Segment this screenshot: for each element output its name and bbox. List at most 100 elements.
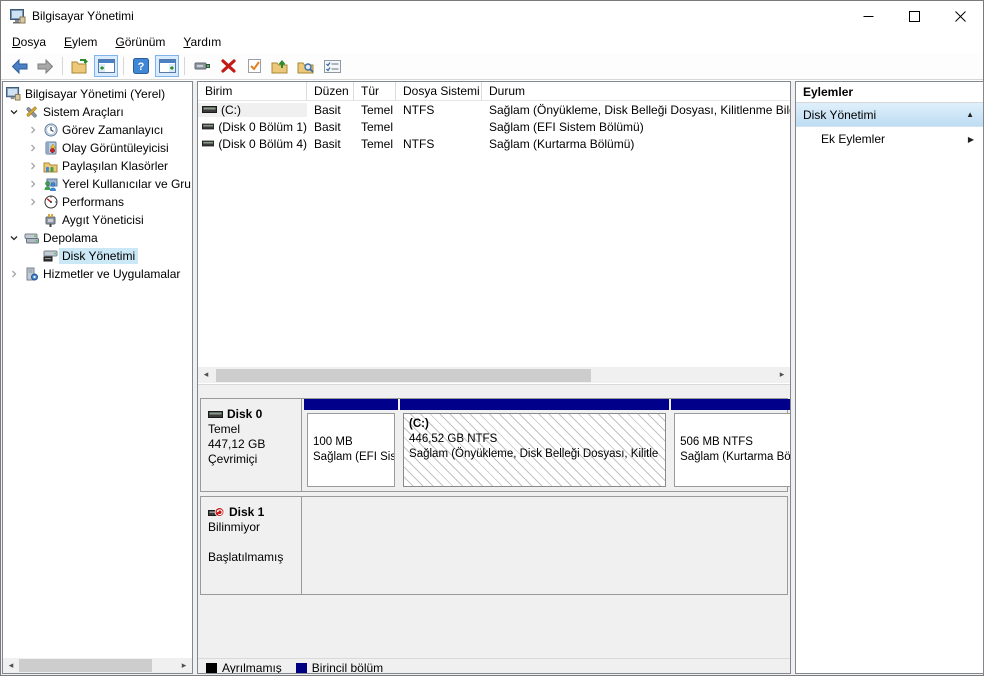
tree-item-event-viewer[interactable]: Olay Görüntüleyicisi [3,139,192,157]
storage-icon [23,232,40,245]
show-action-pane-icon [158,59,176,73]
minimize-icon [863,15,873,17]
column-header-duzen[interactable]: Düzen [307,82,354,101]
chevron-expanded-icon[interactable] [5,107,23,117]
show-console-tree-button[interactable] [94,55,118,77]
tree-item-local-users-groups[interactable]: Yerel Kullanıcılar ve Gru [3,175,192,193]
list-view-button[interactable] [320,55,344,77]
column-header-dosya-sistemi[interactable]: Dosya Sistemi [396,82,482,101]
volume-row-c[interactable]: (C:) Basit Temel NTFS Sağlam (Önyükleme,… [198,101,790,118]
console-tree-panel: Bilgisayar Yönetimi (Yerel) Sistem Araçl… [2,81,193,674]
tree-item-system-tools[interactable]: Sistem Araçları [3,103,192,121]
disk0-row: Disk 0 Temel 447,12 GB Çevrimiçi 100 MB … [200,398,790,492]
forward-button[interactable] [33,55,57,77]
folder-find-icon [297,62,314,73]
show-action-pane-button[interactable] [155,55,179,77]
volume-row-disk0-bolum4[interactable]: (Disk 0 Bölüm 4) Basit Temel NTFS Sağlam… [198,135,790,152]
disk-management-icon [42,250,59,262]
column-header-birim[interactable]: Birim [198,82,307,101]
volume-list-header: Birim Düzen Tür Dosya Sistemi Durum [198,82,790,101]
folder-up-icon [271,59,288,73]
scroll-left-icon[interactable]: ◂ [3,658,19,673]
chevron-collapsed-icon[interactable] [24,179,42,189]
toolbar-separator [184,57,185,75]
menu-eylem[interactable]: Eylem [55,32,106,52]
partition-efi[interactable]: 100 MB Sağlam (EFI Sis [304,399,399,491]
column-header-tur[interactable]: Tür [354,82,396,101]
tree-item-computer-management[interactable]: Bilgisayar Yönetimi (Yerel) [3,85,192,103]
tree-item-disk-management[interactable]: Disk Yönetimi [3,247,192,265]
tree-item-storage[interactable]: Depolama [3,229,192,247]
close-button[interactable] [937,1,983,31]
volume-row-disk0-bolum1[interactable]: (Disk 0 Bölüm 1) Basit Temel Sağlam (EFI… [198,118,790,135]
disk1-label[interactable]: Disk 1 Bilinmiyor Başlatılmamış [201,497,302,594]
computer-management-app-icon [10,8,26,24]
check-page-icon [247,59,261,73]
disk1-row: Disk 1 Bilinmiyor Başlatılmamış [200,496,788,595]
scrollbar-thumb[interactable] [19,659,152,672]
scroll-left-icon[interactable]: ◂ [198,367,214,382]
submenu-right-icon: ▶ [967,134,974,144]
tree-item-task-scheduler[interactable]: Görev Zamanlayıcı [3,121,192,139]
menu-yardim[interactable]: Yardım [174,32,230,52]
window-title: Bilgisayar Yönetimi [32,9,134,23]
device-icon [194,62,210,70]
menu-gorunum[interactable]: Görünüm [106,32,174,52]
actions-item-more-actions[interactable]: Ek Eylemler ▶ [796,127,983,151]
partition-color-bar [671,399,790,410]
chevron-expanded-icon[interactable] [5,233,23,243]
minimize-button[interactable] [845,1,891,31]
system-tools-icon [23,105,40,119]
scroll-right-icon[interactable]: ▸ [774,367,790,382]
check-page-button[interactable] [242,55,266,77]
volume-icon [202,140,215,147]
scrollbar-thumb[interactable] [216,368,591,382]
local-users-icon [42,178,59,191]
legend-primary-partition: Birincil bölüm [295,661,383,673]
help-icon: ? [133,58,149,74]
svg-text:?: ? [138,61,145,73]
tree-item-device-manager[interactable]: Aygıt Yöneticisi [3,211,192,229]
device-manager-icon [42,213,59,227]
column-header-durum[interactable]: Durum [482,82,790,101]
disk-graphical-view: Disk 0 Temel 447,12 GB Çevrimiçi 100 MB … [198,384,790,673]
maximize-icon [908,10,920,22]
folder-up-button[interactable] [268,55,292,77]
menu-dosya[interactable]: Dosya [3,32,55,52]
show-console-tree-icon [97,59,115,73]
chevron-collapsed-icon[interactable] [24,161,42,171]
delete-button[interactable] [216,55,240,77]
partition-recovery[interactable]: 506 MB NTFS Sağlam (Kurtarma Bö [671,399,790,491]
back-icon [11,58,27,74]
help-button[interactable]: ? [129,55,153,77]
export-list-icon [71,58,88,73]
export-list-button[interactable] [68,55,92,77]
list-horizontal-scrollbar[interactable]: ◂ ▸ [198,367,790,383]
tree-item-shared-folders[interactable]: Paylaşılan Klasörler [3,157,192,175]
disk1-unallocated-area[interactable] [302,497,787,594]
event-viewer-icon [42,141,59,155]
actions-header: Eylemler [796,82,983,103]
chevron-collapsed-icon[interactable] [24,125,42,135]
close-icon [954,10,966,22]
folder-find-button[interactable] [294,55,318,77]
chevron-collapsed-icon[interactable] [24,143,42,153]
back-button[interactable] [7,55,31,77]
tree-horizontal-scrollbar[interactable]: ◂ ▸ [3,658,192,673]
services-icon [23,267,40,281]
tree-item-performance[interactable]: Performans [3,193,192,211]
delete-icon [220,59,236,73]
volume-list: Birim Düzen Tür Dosya Sistemi Durum (C:)… [198,82,790,369]
disk-icon [208,411,223,418]
actions-section-disk-management[interactable]: Disk Yönetimi ▲ [796,103,983,127]
maximize-button[interactable] [891,1,937,31]
device-button[interactable] [190,55,214,77]
collapse-up-icon[interactable]: ▲ [966,110,974,119]
disk0-label[interactable]: Disk 0 Temel 447,12 GB Çevrimiçi [201,399,302,491]
scroll-right-icon[interactable]: ▸ [176,658,192,673]
chevron-collapsed-icon[interactable] [24,197,42,207]
chevron-collapsed-icon[interactable] [5,269,23,279]
partition-c-selected[interactable]: (C:) 446,52 GB NTFS Sağlam (Önyükleme, D… [400,399,670,491]
tree-item-services-applications[interactable]: Hizmetler ve Uygulamalar [3,265,192,283]
legend: Ayrılmamış Birincil bölüm [198,658,790,673]
